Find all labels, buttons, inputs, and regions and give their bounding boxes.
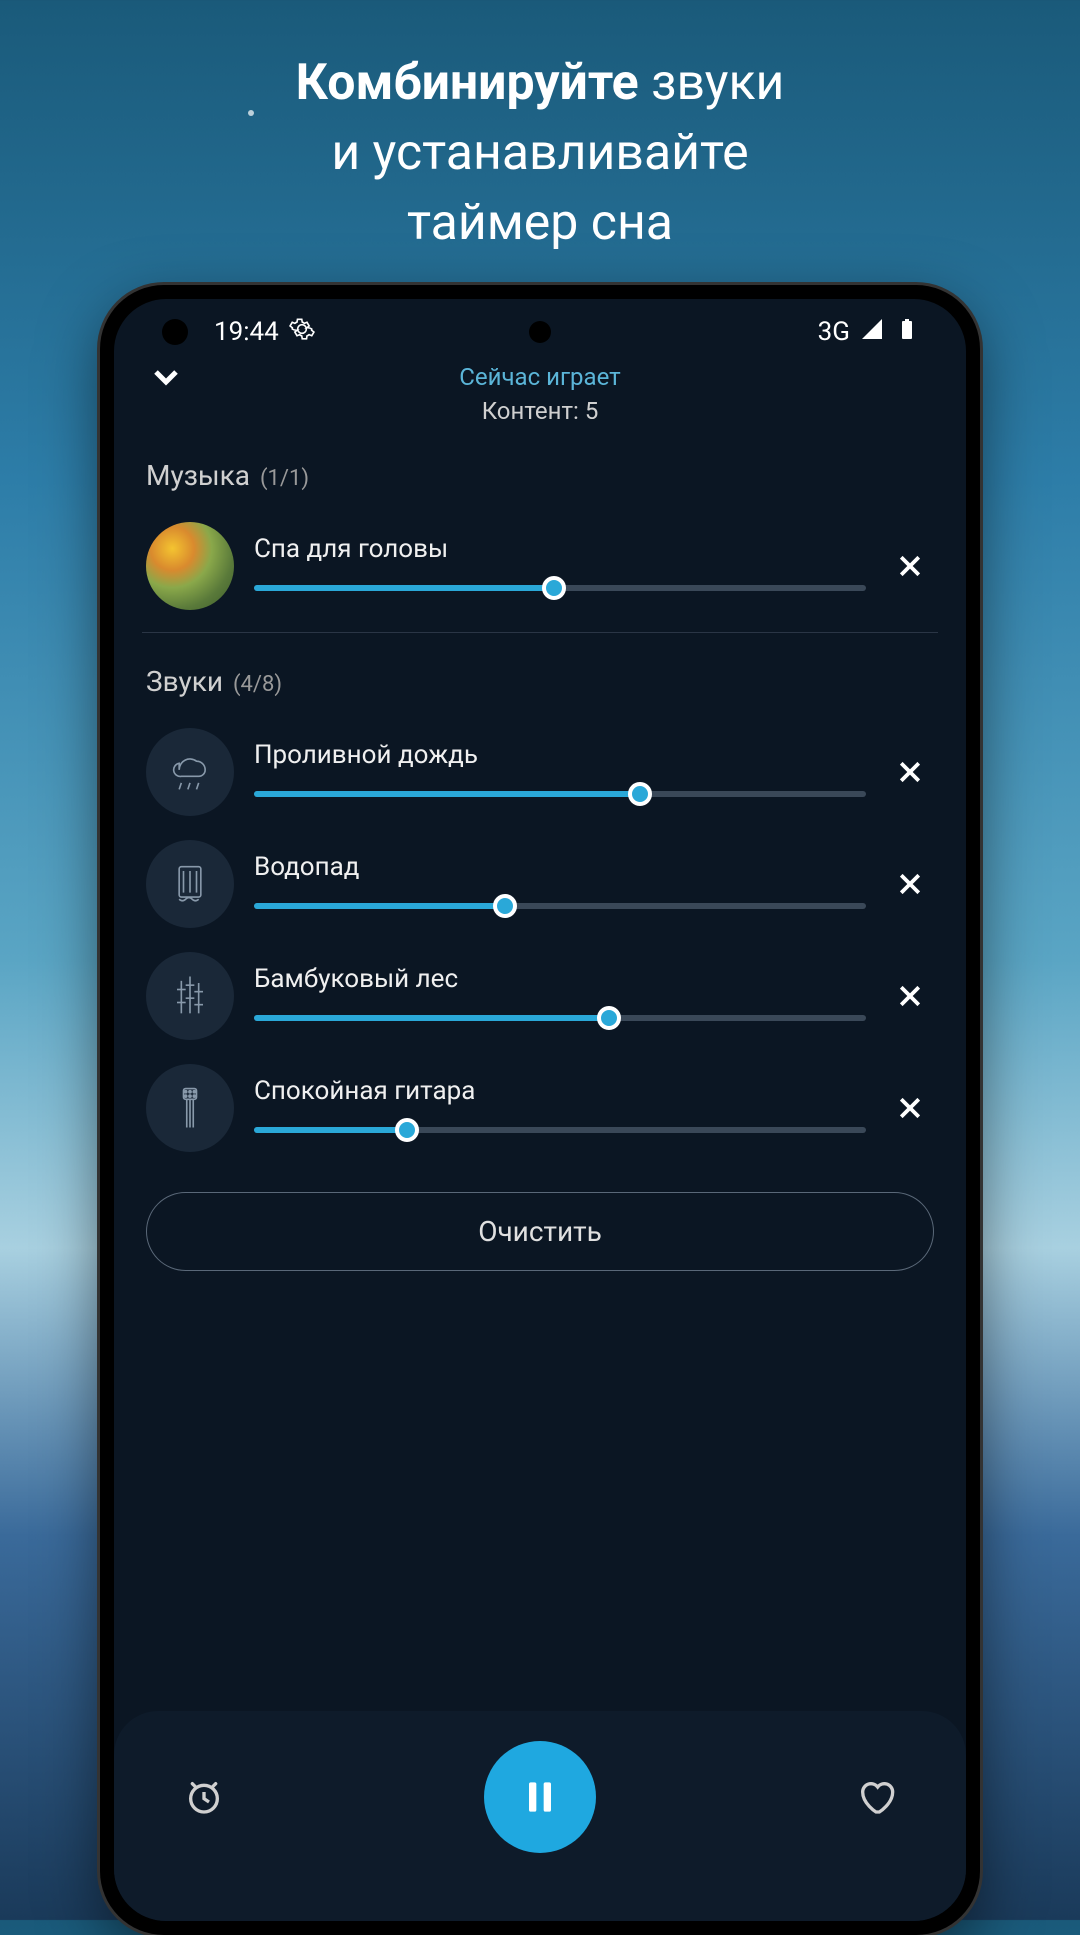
camera-notch: [529, 321, 551, 343]
music-section-header: Музыка (1/1): [142, 437, 938, 510]
sound-title: Проливной дождь: [254, 740, 866, 770]
bamboo-icon[interactable]: [146, 952, 234, 1040]
volume-slider[interactable]: [254, 896, 866, 916]
guitar-icon[interactable]: [146, 1064, 234, 1152]
phone-frame: 19:44 3G Сейчас играет Контен: [100, 285, 980, 1935]
network-label: 3G: [818, 317, 850, 347]
gear-icon: [289, 316, 315, 349]
sound-row: Бамбуковый лес: [142, 940, 938, 1052]
status-time: 19:44: [214, 317, 279, 347]
collapse-button[interactable]: [146, 357, 186, 401]
pause-button[interactable]: [484, 1741, 596, 1853]
remove-button[interactable]: [886, 972, 934, 1020]
promo-heading: Комбинируйте звуки и устанавливайте тайм…: [0, 0, 1080, 282]
favorite-button[interactable]: [846, 1767, 906, 1827]
player-bar: [114, 1711, 966, 1921]
remove-button[interactable]: [886, 860, 934, 908]
track-thumbnail[interactable]: [146, 522, 234, 610]
sound-title: Водопад: [254, 852, 866, 882]
now-playing-label: Сейчас играет: [114, 363, 966, 391]
rain-icon[interactable]: [146, 728, 234, 816]
sound-row: Водопад: [142, 828, 938, 940]
header: Сейчас играет Контент: 5: [114, 355, 966, 437]
waterfall-icon[interactable]: [146, 840, 234, 928]
volume-slider[interactable]: [254, 578, 866, 598]
clear-button[interactable]: Очистить: [146, 1192, 934, 1271]
remove-button[interactable]: [886, 748, 934, 796]
music-row: Спа для головы: [142, 510, 938, 622]
sound-title: Спокойная гитара: [254, 1076, 866, 1106]
divider: [142, 632, 938, 633]
battery-icon: [894, 317, 918, 348]
sound-row: Спокойная гитара: [142, 1052, 938, 1164]
track-title: Спа для головы: [254, 534, 866, 564]
sound-row: Проливной дождь: [142, 716, 938, 828]
content-scroll[interactable]: Музыка (1/1) Спа для головы: [114, 437, 966, 1711]
volume-slider[interactable]: [254, 1120, 866, 1140]
signal-icon: [860, 317, 884, 348]
timer-button[interactable]: [174, 1767, 234, 1827]
sound-title: Бамбуковый лес: [254, 964, 866, 994]
volume-slider[interactable]: [254, 784, 866, 804]
punch-hole: [162, 319, 188, 345]
star-decoration: [248, 110, 254, 116]
remove-button[interactable]: [886, 542, 934, 590]
remove-button[interactable]: [886, 1084, 934, 1132]
sounds-section-header: Звуки (4/8): [142, 643, 938, 716]
content-count: Контент: 5: [114, 397, 966, 425]
volume-slider[interactable]: [254, 1008, 866, 1028]
phone-screen: 19:44 3G Сейчас играет Контен: [114, 299, 966, 1921]
